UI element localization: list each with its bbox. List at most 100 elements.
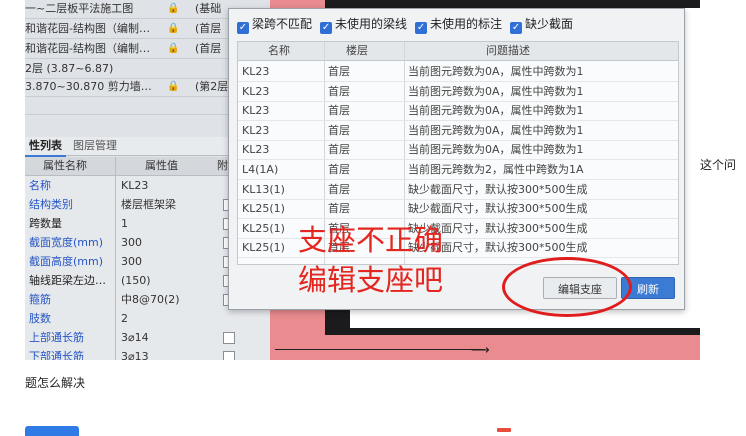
property-value[interactable]: 1 [121,214,221,233]
beam-check-dialog: ✓ 梁跨不匹配 ✓ 未使用的梁线 ✓ 未使用的标注 ✓ 缺少截面 名称 楼层 问题描述 KL2… [228,8,685,317]
prop-value-header: 属性值 [145,159,178,172]
property-name: 箍筋 [29,293,51,306]
checkmark-icon[interactable]: ✓ [415,22,428,34]
problem-name: KL23 [242,65,270,78]
column-divider [115,157,116,360]
problem-description: 当前图元跨数为0A，属性中跨数为1 [408,104,584,118]
prop-name-header: 属性名称 [43,159,87,172]
filter-label: 未使用的标注 [430,17,503,31]
property-value[interactable]: 楼层框架梁 [121,195,221,214]
property-value[interactable]: 3⌀14 [121,328,221,347]
tab-properties[interactable]: 性列表 [25,137,66,157]
lock-icon[interactable]: 🔒 [167,0,179,18]
tab-layer-manager[interactable]: 图层管理 [69,137,121,155]
problem-name: KL23 [242,104,270,118]
problem-name: KL13(1) [242,182,285,196]
property-name: 上部通长筋 [29,331,84,344]
property-row[interactable]: 肢数 2 [25,309,270,329]
problem-row[interactable]: KL23 首层 当前图元跨数为0A，属性中跨数为1 [238,82,678,102]
problem-description: 缺少截面尺寸，默认按300*500生成 [408,221,588,235]
problem-row[interactable]: KL23 首层 当前图元跨数为0A，属性中跨数为1 [238,121,678,141]
filter-checkbox[interactable]: ✓ 未使用的梁线 [320,15,407,34]
lock-icon[interactable]: 🔒 [167,78,179,96]
filter-checkboxes: ✓ 梁跨不匹配 ✓ 未使用的梁线 ✓ 未使用的标注 ✓ 缺少截面 [237,15,581,34]
property-name: 肢数 [29,312,51,325]
property-value[interactable]: 2 [121,309,221,328]
property-name: 下部通长筋 [29,350,84,360]
prop-attach-header: 附 [217,159,228,172]
property-name: 名称 [29,179,51,192]
tree-row-name: 一~二层板平法施工图 [25,2,134,15]
problem-name: KL23 [242,84,270,98]
property-value[interactable]: 中8@70(2) [121,290,221,309]
problem-description: 当前图元跨数为2，属性中跨数为1A [408,163,584,176]
attach-checkbox[interactable] [223,351,235,360]
problem-row[interactable]: KL23 首层 当前图元跨数为0A，属性中跨数为1 [238,62,678,82]
filter-checkbox[interactable]: ✓ 未使用的标注 [415,15,502,34]
checkmark-icon[interactable]: ✓ [237,22,249,34]
answer-button[interactable] [25,426,79,436]
attach-checkbox[interactable] [223,332,235,344]
problem-floor: 首层 [328,123,350,137]
handwritten-annotation: 支座不正确 编辑支座吧 [298,220,443,300]
arrow-right-icon: ⟶ [471,343,490,358]
problem-floor: 首层 [328,104,350,118]
problem-name: KL23 [242,143,270,157]
problem-floor: 首层 [328,202,350,216]
filter-label: 未使用的梁线 [335,17,408,31]
problem-floor: 首层 [328,182,350,196]
property-value[interactable]: (150) [121,271,221,290]
flag-icon[interactable] [497,428,511,432]
filter-label: 梁跨不匹配 [252,17,313,31]
checkmark-icon[interactable]: ✓ [320,22,333,34]
cad-dimension-line [275,349,485,350]
column-floor: 楼层 [346,44,368,57]
problem-description: 当前图元跨数为0A，属性中跨数为1 [408,123,584,137]
problem-description: 当前图元跨数为0A，属性中跨数为1 [408,143,584,157]
problem-name: L4(1A) [242,163,279,176]
question-photo: 一~二层板平法施工图 🔒 (基础 和谐花园-结构图（编制… 🔒 (首层 和谐花园-结构图（编… [25,0,700,360]
highlight-circle [502,257,632,317]
problem-description: 当前图元跨数为0A，属性中跨数为1 [408,65,584,78]
tree-row-name: 和谐花园-结构图（编制… [25,42,150,55]
tree-row-name: 和谐花园-结构图（编制… [25,22,150,35]
problem-floor: 首层 [328,163,350,176]
problem-table-header: 名称 楼层 问题描述 [238,42,678,61]
problem-description: 当前图元跨数为0A，属性中跨数为1 [408,84,584,98]
tree-row-name: 2层 (3.87~6.87) [25,62,114,75]
problem-description: 缺少截面尺寸，默认按300*500生成 [408,202,588,216]
problem-row[interactable]: KL23 首层 当前图元跨数为0A，属性中跨数为1 [238,140,678,161]
checkmark-icon[interactable]: ✓ [510,22,523,34]
property-row[interactable]: 上部通长筋 3⌀14 [25,328,270,348]
problem-description: 缺少截面尺寸，默认按300*500生成 [408,182,588,196]
property-row[interactable]: 下部通长筋 3⌀13 [25,347,270,360]
column-description: 问题描述 [486,44,530,57]
problem-floor: 首层 [328,65,350,78]
problem-row[interactable]: L4(1A) 首层 当前图元跨数为2，属性中跨数为1A [238,160,678,180]
problem-description: 缺少截面尺寸，默认按300*500生成 [408,241,588,255]
problem-row[interactable]: KL23 首层 当前图元跨数为0A，属性中跨数为1 [238,101,678,122]
annotation-line-1: 支座不正确 [298,223,444,257]
filter-label: 缺少截面 [525,17,574,31]
filter-checkbox[interactable]: ✓ 梁跨不匹配 [237,15,312,34]
tree-row-name: 3.870~30.870 剪力墙… [25,80,152,93]
property-name: 截面宽度(mm) [29,236,104,249]
filter-checkbox[interactable]: ✓ 缺少截面 [510,15,573,34]
problem-floor: 首层 [328,143,350,157]
property-value[interactable]: KL23 [121,176,221,195]
problem-name: KL25(1) [242,202,285,216]
property-value[interactable]: 300 [121,252,221,271]
problem-floor: 首层 [328,84,350,98]
column-name: 名称 [268,44,290,57]
question-text: 题怎么解决 [25,376,86,390]
property-name: 跨数量 [29,217,62,230]
problem-row[interactable]: KL13(1) 首层 缺少截面尺寸，默认按300*500生成 [238,180,678,200]
lock-icon[interactable]: 🔒 [167,20,179,38]
property-value[interactable]: 300 [121,233,221,252]
lock-icon[interactable]: 🔒 [167,40,179,58]
problem-row[interactable]: KL25(1) 首层 缺少截面尺寸，默认按300*500生成 [238,199,678,220]
property-name: 截面高度(mm) [29,255,104,268]
property-name: 轴线距梁左边… [29,274,106,287]
property-value[interactable]: 3⌀13 [121,347,221,360]
annotation-line-2: 编辑支座吧 [298,263,444,297]
